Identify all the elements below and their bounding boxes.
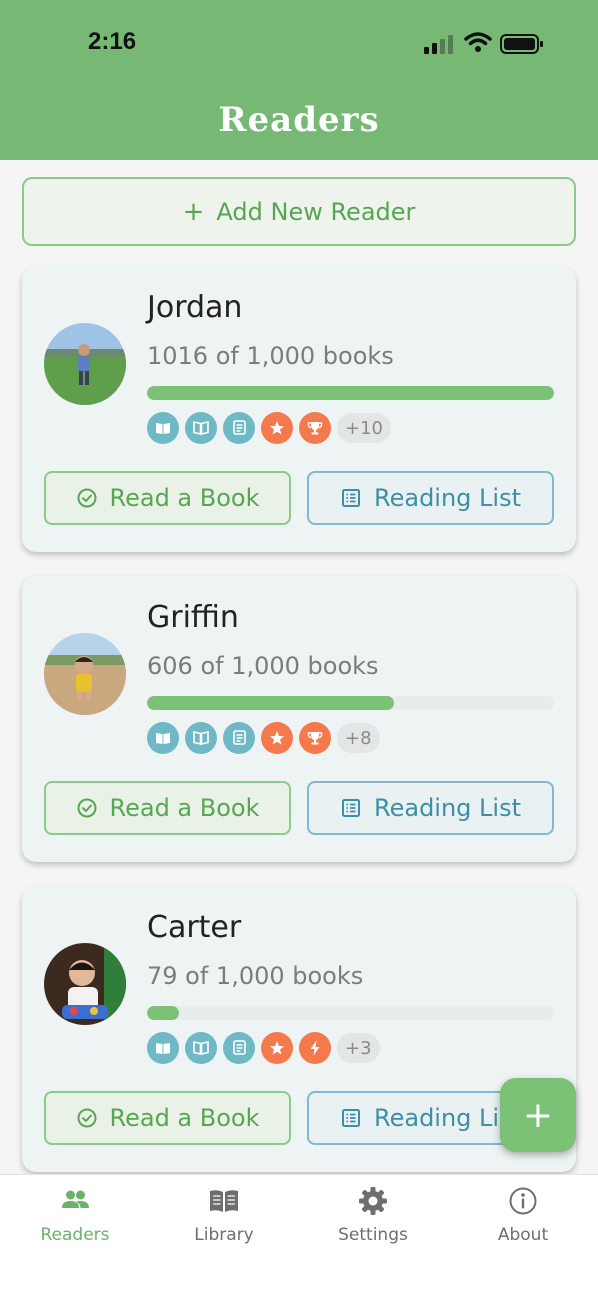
progress-fill [147,1006,180,1020]
star-icon [261,1032,293,1064]
book-icon [185,722,217,754]
star-icon [261,412,293,444]
progress-bar [147,696,554,710]
tab-label: Readers [40,1225,110,1245]
reading-list-label: Reading List [374,484,521,512]
reading-list-button[interactable]: Reading List [307,781,554,835]
app-header: 2:16 Readers [0,0,598,160]
avatar [44,943,126,1025]
lightning-icon [299,1032,331,1064]
check-circle-icon [77,1108,96,1128]
read-a-book-button[interactable]: Read a Book [44,1091,291,1145]
page-title: Readers [218,100,380,140]
more-badges-count[interactable]: +8 [337,723,380,753]
progress-bar [147,1006,554,1020]
tab-label: Library [194,1225,254,1245]
book-open-icon [147,722,179,754]
status-time: 2:16 [88,28,137,55]
book-icon [185,412,217,444]
tab-label: About [497,1225,549,1245]
status-bar: 2:16 [0,0,598,90]
plus-icon: + [522,1094,554,1136]
reader-name: Carter [147,910,242,945]
trophy-icon [299,412,331,444]
plus-icon: + [182,196,205,227]
avatar [44,633,126,715]
list-icon [342,489,360,507]
list-icon [223,1032,255,1064]
trophy-icon [299,722,331,754]
reader-name: Griffin [147,600,239,635]
list-icon [223,412,255,444]
progress-fill [147,696,394,710]
more-badges-count[interactable]: +10 [337,413,391,443]
add-new-reader-label: Add New Reader [216,197,416,226]
reading-list-label: Reading List [374,1104,521,1132]
read-a-book-label: Read a Book [109,794,260,822]
add-fab-button[interactable]: + [500,1078,576,1152]
readers-screen: 2:16 Readers + Add New Reader Jordan 101… [0,0,598,1300]
books-count: 79 of 1,000 books [147,962,364,990]
tab-readers[interactable]: Readers [0,1185,150,1255]
cellular-signal-icon [424,35,453,54]
progress-fill [147,386,554,400]
read-a-book-label: Read a Book [109,484,260,512]
read-a-book-button[interactable]: Read a Book [44,471,291,525]
avatar [44,323,126,405]
read-a-book-button[interactable]: Read a Book [44,781,291,835]
progress-bar [147,386,554,400]
tab-label: Settings [338,1225,408,1245]
book-icon [185,1032,217,1064]
badge-row[interactable]: +8 [147,722,380,754]
list-icon [342,1109,360,1127]
badge-row[interactable]: +3 [147,1032,380,1064]
list-icon [223,722,255,754]
list-icon [342,799,360,817]
reader-card[interactable]: Jordan 1016 of 1,000 books +10 Read a Bo… [22,266,576,552]
read-a-book-label: Read a Book [109,1104,260,1132]
people-icon [62,1190,89,1208]
badge-row[interactable]: +10 [147,412,391,444]
wifi-icon [464,32,492,52]
star-icon [261,722,293,754]
gear-icon [359,1187,387,1215]
info-icon [509,1187,537,1215]
more-badges-count[interactable]: +3 [337,1033,380,1063]
tab-about[interactable]: About [448,1185,598,1255]
check-circle-icon [77,798,96,818]
book-open-icon [147,412,179,444]
reader-card[interactable]: Griffin 606 of 1,000 books +8 Read a Boo… [22,576,576,862]
library-book-icon [210,1190,238,1212]
reader-card[interactable]: Carter 79 of 1,000 books +3 Read a Book … [22,886,576,1172]
books-count: 1016 of 1,000 books [147,342,394,370]
tab-bar: Readers Library Settings About [0,1174,598,1300]
reading-list-label: Reading List [374,794,521,822]
books-count: 606 of 1,000 books [147,652,379,680]
reader-name: Jordan [147,290,243,325]
tab-library[interactable]: Library [149,1185,299,1255]
book-open-icon [147,1032,179,1064]
check-circle-icon [77,488,96,508]
battery-icon [500,34,543,54]
reading-list-button[interactable]: Reading List [307,471,554,525]
add-new-reader-button[interactable]: + Add New Reader [22,177,576,246]
tab-settings[interactable]: Settings [298,1185,448,1255]
